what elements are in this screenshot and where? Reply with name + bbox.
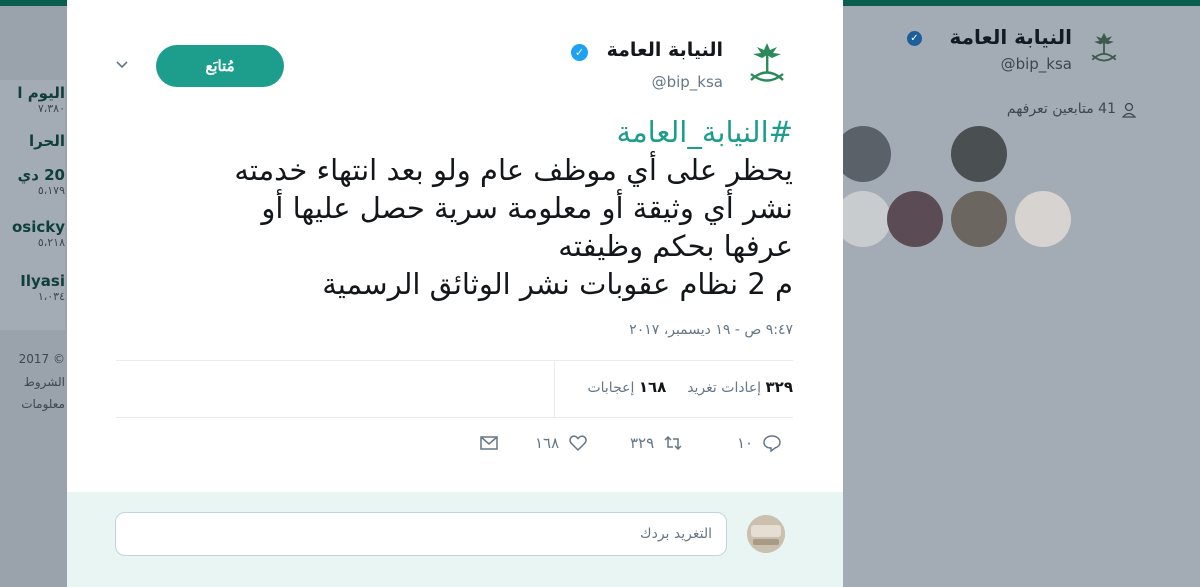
divider <box>116 417 793 418</box>
trend-item: osicky ٥،٢١٨ <box>11 218 65 249</box>
verified-badge-icon: ✓ <box>571 44 588 61</box>
reply-box <box>67 492 843 587</box>
person-icon <box>1122 102 1136 118</box>
background-logo-icon <box>1091 32 1117 62</box>
author-logo-icon <box>750 43 784 82</box>
trend-item: Ilyasi ١،٠٣٤ <box>20 272 65 303</box>
follower-avatar <box>951 191 1007 247</box>
follow-button[interactable]: مُتابَع <box>156 45 284 87</box>
background-verified-icon: ✓ <box>907 31 922 46</box>
like-action[interactable]: ١٦٨ <box>535 433 588 453</box>
tweet-modal: النيابة العامة ✓ @bip_ksa مُتابَع #النيا… <box>67 0 843 587</box>
avatar-image <box>747 515 785 553</box>
retweets-label[interactable]: إعادات تغريد <box>687 380 761 396</box>
tweet-text: #النيابة_العامة يحظر على أي موظف عام ولو… <box>153 113 793 303</box>
likes-count[interactable]: ١٦٨ <box>639 378 666 396</box>
follower-avatar <box>951 126 1007 182</box>
footer-info: معلومات <box>21 397 65 411</box>
tweet-line: يحظر على أي موظف عام ولو بعد انتهاء خدمت… <box>234 153 793 187</box>
follower-avatar <box>887 191 943 247</box>
tweet-line: م 2 نظام عقوبات نشر الوثائق الرسمية <box>322 267 793 301</box>
background-profile-handle: @bip_ksa <box>1000 55 1072 73</box>
trend-item: الحرا <box>28 132 65 150</box>
follower-avatar <box>835 191 891 247</box>
follower-avatar <box>835 126 891 182</box>
followers-you-know: 41 متابعين تعرفهم <box>1006 101 1116 117</box>
follower-avatar <box>1015 191 1071 247</box>
reply-action[interactable]: ١٠ <box>737 433 782 453</box>
reply-count: ١٠ <box>737 434 754 452</box>
background-profile-name: النيابة العامة <box>949 25 1072 49</box>
reply-input[interactable] <box>115 512 727 556</box>
tweet-timestamp[interactable]: ٩:٤٧ ص - ١٩ ديسمبر، ٢٠١٧ <box>629 322 793 338</box>
trend-item: اليوم ا ٧،٣٨٠ <box>17 84 65 115</box>
trend-item: 20 دي ٥،١٧٩ <box>17 166 65 197</box>
tweet-line: نشر أي وثيقة أو معلومة سرية حصل عليها أو <box>261 191 793 225</box>
tweet-stats: ٣٢٩ إعادات تغريد ١٦٨ إعجابات <box>587 378 793 396</box>
retweet-icon <box>664 435 682 451</box>
retweet-count: ٣٢٩ <box>630 434 655 452</box>
direct-message-action[interactable] <box>479 433 499 453</box>
retweet-action[interactable]: ٣٢٩ <box>630 433 683 453</box>
hashtag-link[interactable]: #النيابة_العامة <box>153 113 793 151</box>
divider <box>116 360 793 361</box>
likes-label[interactable]: إعجابات <box>587 380 634 396</box>
reply-icon <box>763 435 781 453</box>
heart-icon <box>569 435 587 452</box>
author-name[interactable]: النيابة العامة <box>607 39 723 61</box>
like-count: ١٦٨ <box>535 434 560 452</box>
retweets-count[interactable]: ٣٢٩ <box>766 378 793 396</box>
envelope-icon <box>480 436 498 450</box>
chevron-down-icon[interactable] <box>115 58 129 72</box>
author-handle[interactable]: @bip_ksa <box>652 73 723 91</box>
user-avatar <box>747 515 785 553</box>
background-profile-card: النيابة العامة ✓ @bip_ksa 41 متابعين تعر… <box>835 6 1200 587</box>
footer-copyright: 2017 © <box>18 352 65 366</box>
tweet-line: عرفها بحكم وظيفته <box>558 229 793 263</box>
stats-divider <box>554 361 555 417</box>
footer-terms: الشروط <box>23 375 65 389</box>
